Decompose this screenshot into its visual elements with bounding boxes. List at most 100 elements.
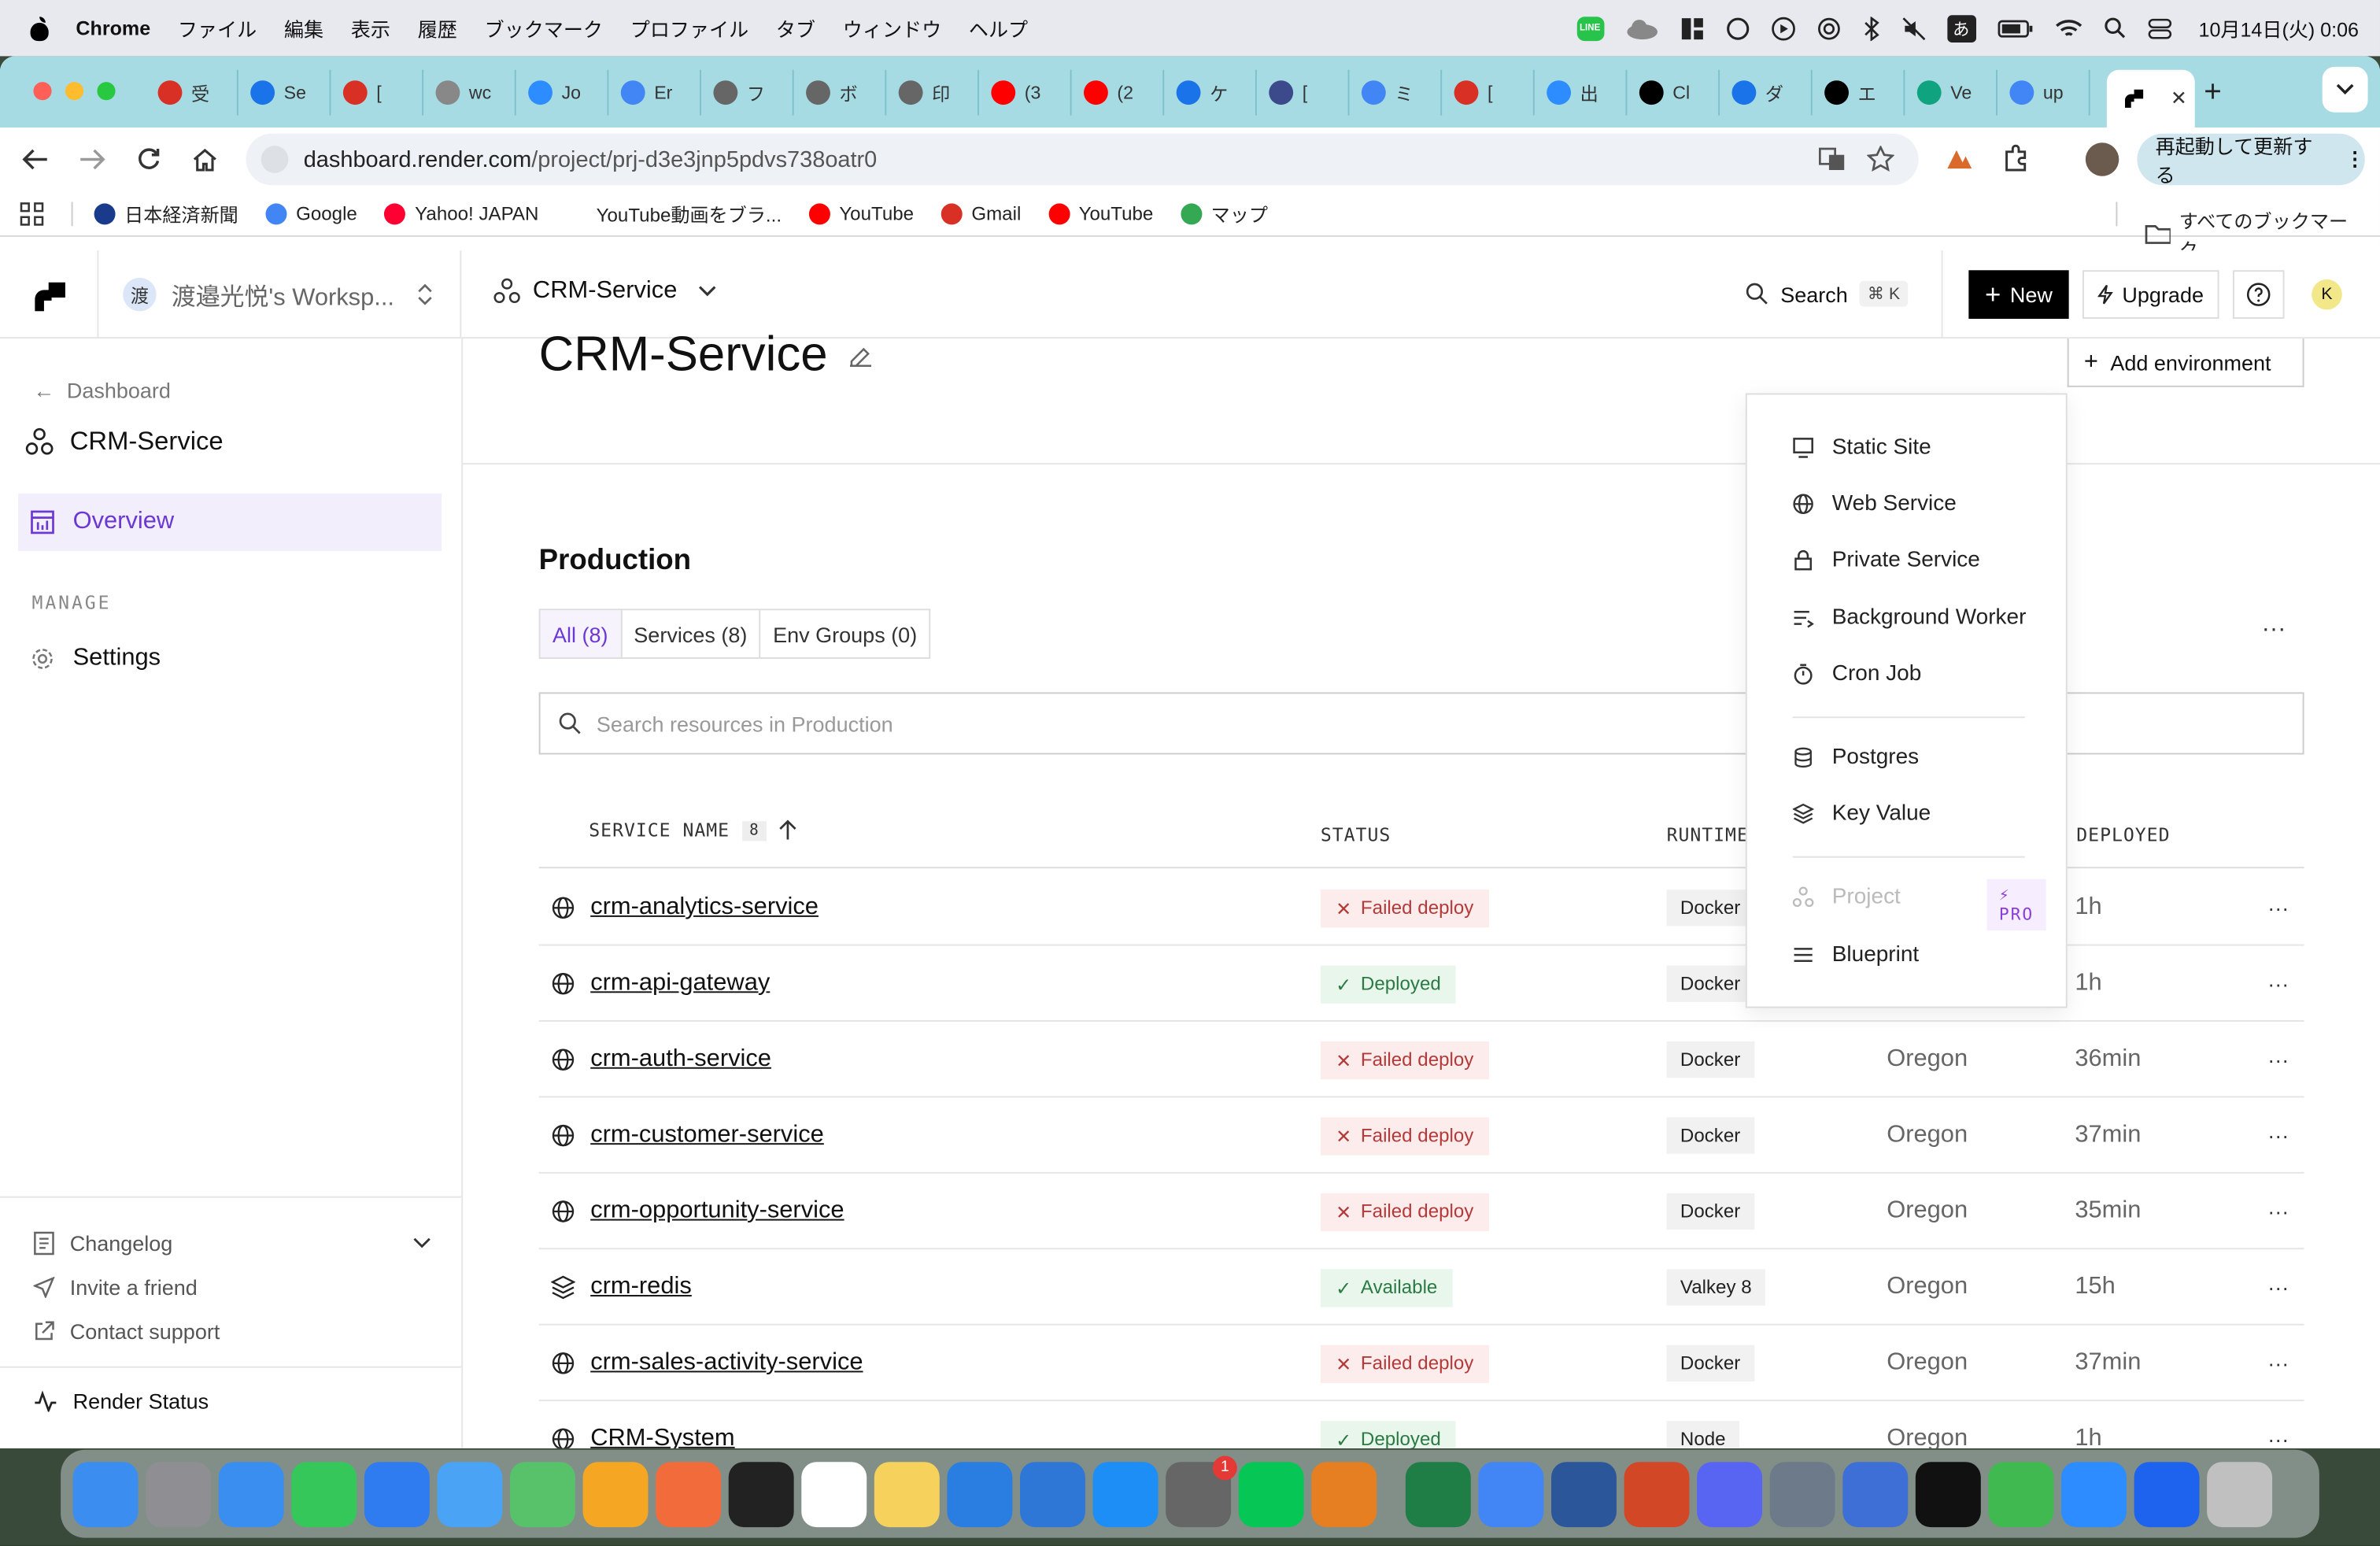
browser-tab[interactable]: ボ — [794, 69, 887, 116]
zoom-window-button[interactable] — [97, 82, 116, 101]
sidebar-item-settings[interactable]: Settings — [31, 645, 161, 673]
browser-tab[interactable]: [ — [331, 69, 424, 116]
dock-app-icon[interactable] — [72, 1461, 139, 1527]
bookmark-item[interactable]: YouTube — [1048, 199, 1153, 228]
browser-tab[interactable]: エ — [1813, 69, 1905, 116]
bookmark-item[interactable]: 日本経済新聞 — [94, 199, 238, 228]
service-name-link[interactable]: crm-redis — [551, 1249, 692, 1325]
environment-more-button[interactable]: ··· — [2262, 616, 2286, 644]
bookmark-item[interactable]: Google — [265, 199, 357, 228]
user-avatar[interactable]: K — [2312, 279, 2342, 310]
browser-tab[interactable]: (3 — [979, 69, 1072, 116]
dock-app-icon[interactable] — [1915, 1461, 1981, 1527]
back-icon[interactable] — [21, 147, 49, 172]
row-more-button[interactable]: ··· — [2267, 1022, 2289, 1097]
menu-window[interactable]: ウィンドウ — [843, 13, 941, 43]
dock-app-icon[interactable] — [146, 1461, 212, 1527]
tab-search-button[interactable] — [2322, 66, 2368, 113]
menu-item-blueprint[interactable]: Blueprint — [1793, 943, 1919, 967]
menu-item-static-site[interactable]: Static Site — [1793, 435, 1931, 460]
menu-bookmarks[interactable]: ブックマーク — [485, 13, 603, 43]
dock-app-icon[interactable] — [874, 1461, 940, 1527]
dock-app-icon[interactable] — [509, 1461, 575, 1527]
browser-tab[interactable]: ミ — [1349, 69, 1443, 116]
line-icon[interactable]: LINE — [1576, 16, 1604, 41]
browser-tab[interactable]: 印 — [886, 69, 979, 116]
filter-services[interactable]: Services (8) — [622, 610, 761, 658]
help-button[interactable] — [2232, 270, 2285, 319]
apple-icon[interactable] — [28, 16, 52, 41]
dock-app-icon[interactable] — [1769, 1461, 1835, 1527]
row-more-button[interactable]: ··· — [2267, 945, 2289, 1021]
wifi-icon[interactable] — [2054, 17, 2082, 39]
mute-icon[interactable] — [1901, 16, 1926, 40]
airdrop-icon[interactable] — [1816, 16, 1841, 40]
column-status[interactable]: STATUS — [1321, 824, 1391, 845]
browser-tab[interactable]: Ve — [1905, 69, 1998, 116]
dock-app-icon[interactable] — [1988, 1461, 2054, 1527]
service-name-link[interactable]: crm-opportunity-service — [551, 1174, 844, 1249]
dock-app-icon[interactable] — [1550, 1461, 1617, 1527]
dock-app-icon[interactable] — [656, 1461, 722, 1527]
reload-icon[interactable] — [137, 147, 161, 172]
openai-icon[interactable] — [1725, 16, 1750, 40]
dock-app-icon[interactable] — [364, 1461, 430, 1527]
browser-tab[interactable]: フ — [701, 69, 794, 116]
bookmark-item[interactable]: YouTube動画をブラ... — [566, 199, 782, 228]
control-center-icon[interactable] — [2147, 17, 2171, 39]
row-more-button[interactable]: ··· — [2267, 1174, 2289, 1249]
close-tab-icon[interactable]: ✕ — [2171, 87, 2187, 111]
browser-tab[interactable]: Jo — [516, 69, 609, 116]
browser-tab[interactable]: Er — [608, 69, 701, 116]
browser-tab[interactable]: wc — [423, 69, 516, 116]
browser-tab[interactable]: 受 — [146, 69, 238, 116]
browser-tab[interactable]: ケ — [1164, 69, 1257, 116]
table-row[interactable]: crm-sales-activity-service ✕ Failed deploy… — [538, 1326, 2304, 1402]
bookmark-item[interactable]: YouTube — [808, 199, 914, 228]
extensions-icon[interactable] — [2004, 144, 2031, 172]
row-more-button[interactable]: ··· — [2267, 1401, 2289, 1448]
cloud-icon[interactable] — [1625, 17, 1658, 39]
relaunch-update-button[interactable]: 再起動して更新する ⋮ — [2137, 133, 2365, 187]
row-more-button[interactable]: ··· — [2267, 1097, 2289, 1173]
dock-app-icon[interactable] — [1238, 1461, 1304, 1527]
back-to-dashboard-link[interactable]: ← Dashboard — [33, 378, 171, 402]
column-deployed[interactable]: DEPLOYED — [2076, 824, 2170, 845]
global-search-button[interactable]: Search ⌘ K — [1746, 280, 1908, 307]
dock-app-icon[interactable] — [1019, 1461, 1085, 1527]
dock-app-icon[interactable] — [1092, 1461, 1159, 1527]
table-row[interactable]: CRM-System ✓ Deployed Node Oregon 1h ··· — [539, 1401, 2304, 1448]
service-name-link[interactable]: crm-sales-activity-service — [551, 1326, 863, 1401]
dock-app-icon[interactable]: 1 — [1166, 1455, 1237, 1527]
row-more-button[interactable]: ··· — [2267, 870, 2289, 945]
invite-friend-link[interactable]: Invite a friend — [33, 1275, 198, 1300]
dock-app-icon[interactable] — [1311, 1461, 1377, 1527]
dock-app-icon[interactable] — [2207, 1461, 2273, 1527]
table-row[interactable]: crm-auth-service ✕ Failed deploy Docker Oreg… — [538, 1022, 2304, 1098]
browser-tab[interactable]: up — [1998, 69, 2090, 116]
menu-item-background-worker[interactable]: Background Worker — [1793, 605, 2026, 630]
bluetooth-icon[interactable] — [1861, 16, 1879, 41]
profile-avatar[interactable] — [2085, 142, 2119, 176]
menu-tab[interactable]: タブ — [776, 13, 815, 43]
chevron-down-icon[interactable] — [413, 1237, 431, 1249]
dock-app-icon[interactable] — [218, 1461, 284, 1527]
contact-support-link[interactable]: Contact support — [33, 1319, 220, 1344]
dock-app-icon[interactable] — [947, 1461, 1013, 1527]
star-icon[interactable] — [1867, 146, 1894, 173]
menu-edit[interactable]: 編集 — [284, 13, 323, 43]
browser-tab[interactable]: ダ — [1720, 69, 1813, 116]
site-info-icon[interactable] — [261, 146, 289, 173]
dock-app-icon[interactable] — [1697, 1461, 1763, 1527]
address-bar[interactable]: dashboard.render.com/project/prj-d3e3jnp… — [246, 133, 1919, 186]
table-row[interactable]: crm-redis ✓ Available Valkey 8 Oregon 15h ··· — [538, 1249, 2304, 1326]
new-tab-button[interactable]: + — [2204, 76, 2222, 110]
dock-app-icon[interactable] — [728, 1461, 794, 1527]
table-row[interactable]: crm-customer-service ✕ Failed deploy Docker… — [538, 1097, 2304, 1174]
new-button[interactable]: + New — [1968, 270, 2069, 319]
ime-indicator[interactable]: あ — [1946, 14, 1976, 43]
translate-icon[interactable] — [1818, 147, 1846, 172]
forward-icon[interactable] — [79, 147, 106, 172]
row-more-button[interactable]: ··· — [2267, 1249, 2289, 1325]
service-name-link[interactable]: crm-analytics-service — [551, 870, 819, 945]
